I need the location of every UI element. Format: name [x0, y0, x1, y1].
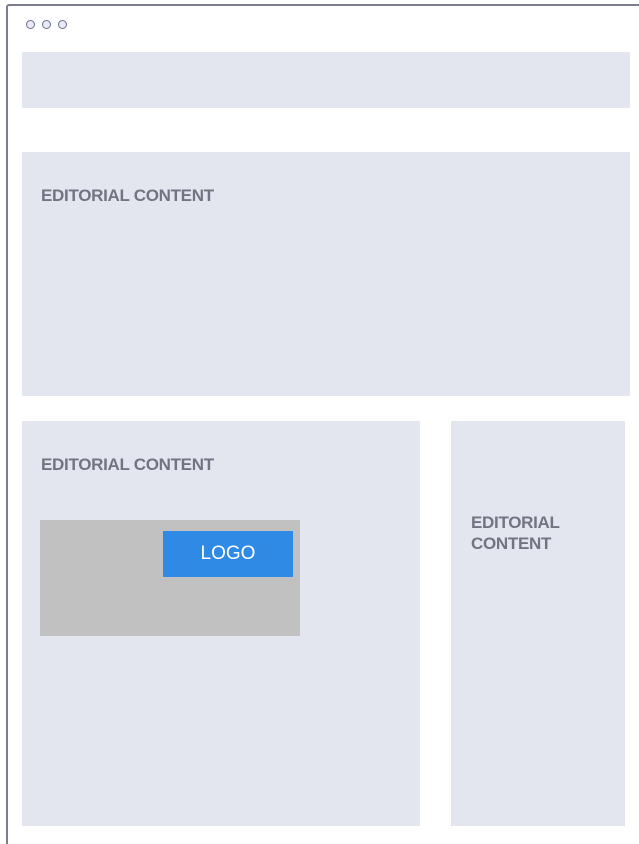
- main-editorial-label: EDITORIAL CONTENT: [41, 455, 214, 474]
- minimize-window-dot-icon[interactable]: [42, 20, 51, 29]
- maximize-window-dot-icon[interactable]: [58, 20, 67, 29]
- header-bar: [22, 52, 630, 108]
- sidebar-editorial-label: EDITORIAL CONTENT: [471, 513, 560, 553]
- hero-editorial-label: EDITORIAL CONTENT: [41, 186, 214, 205]
- ad-placeholder-box: LOGO: [40, 520, 300, 636]
- close-window-dot-icon[interactable]: [26, 20, 35, 29]
- logo-button[interactable]: LOGO: [163, 531, 293, 577]
- sidebar-editorial-block: EDITORIAL CONTENT: [451, 421, 625, 826]
- hero-editorial-block: EDITORIAL CONTENT: [22, 152, 630, 396]
- main-editorial-block: EDITORIAL CONTENT LOGO: [22, 421, 420, 826]
- window-controls: [26, 20, 67, 29]
